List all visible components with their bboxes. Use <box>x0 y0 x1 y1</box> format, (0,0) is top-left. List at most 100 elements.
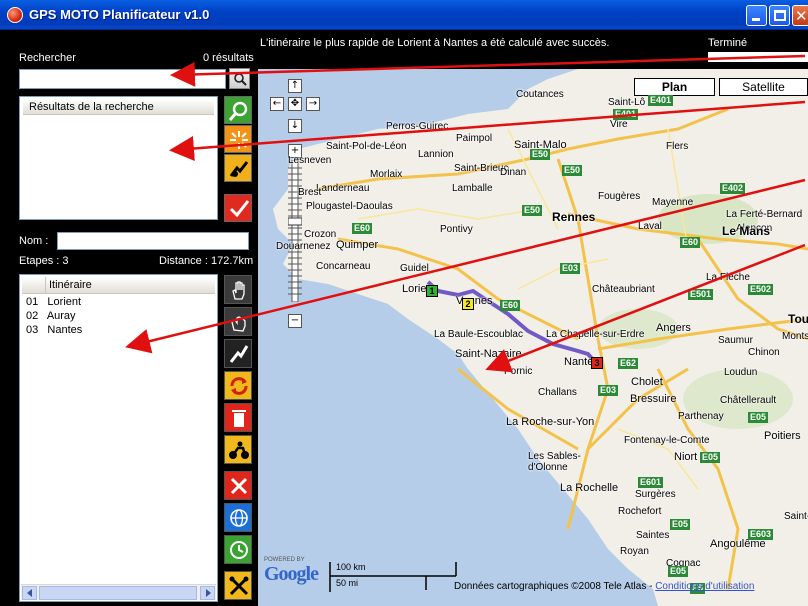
map-label: Paimpol <box>456 133 493 144</box>
zoom-slider[interactable] <box>288 160 302 302</box>
pan-right-button[interactable]: → <box>306 97 320 111</box>
map-label: Saintes <box>636 530 670 541</box>
name-input[interactable] <box>57 232 249 250</box>
search-zoom-button[interactable] <box>224 96 252 124</box>
refresh-icon <box>230 377 248 395</box>
step-number: 03 <box>26 324 39 336</box>
map-label: Bressuire <box>630 393 677 405</box>
road-label: E401 <box>613 109 639 120</box>
map-label: Fontenay-le-Comte <box>624 435 710 446</box>
map-label: Angers <box>656 322 691 334</box>
road-label: E401 <box>648 95 674 106</box>
hand-grab-icon <box>231 316 246 332</box>
scroll-right-button[interactable] <box>200 586 215 600</box>
web-button[interactable] <box>224 503 252 532</box>
map-label: Lannion <box>418 149 454 160</box>
road-label: E402 <box>720 183 746 194</box>
map-view[interactable]: Plan Satellite ↑ ← ✥ → ↓ + − Coutances S… <box>258 69 808 606</box>
results-count: 0 résultats <box>203 52 254 64</box>
route-marker-waypoint[interactable]: 2 <box>462 298 474 310</box>
horizontal-scrollbar[interactable] <box>21 584 216 600</box>
hand-icon <box>232 281 245 300</box>
search-results-list[interactable]: Résultats de la recherche <box>19 96 218 220</box>
close-button[interactable]: ✕ <box>792 5 808 26</box>
steps-count: Etapes : 3 <box>19 255 69 267</box>
grab-tool-button[interactable] <box>224 307 252 336</box>
road-label: E05 <box>668 566 689 577</box>
step-number: 02 <box>26 310 39 322</box>
map-label: Douarnenez <box>276 241 331 252</box>
map-label: Rochefort <box>618 506 662 517</box>
road-label: E601 <box>638 477 664 488</box>
list-item[interactable]: 03 Nantes <box>26 324 82 336</box>
route-marker-start[interactable]: 1 <box>426 285 438 297</box>
map-label: Parthenay <box>678 411 724 422</box>
pan-left-button[interactable]: ← <box>270 97 284 111</box>
map-label: Monts <box>782 331 808 342</box>
status-state: Terminé <box>708 37 748 49</box>
moto-button[interactable] <box>224 435 252 464</box>
map-label: Dinan <box>500 167 527 178</box>
pan-up-button[interactable]: ↑ <box>288 79 302 93</box>
title-bar: GPS MOTO Planificateur v1.0 ✕ <box>0 0 808 30</box>
pan-tool-button[interactable] <box>224 275 252 304</box>
route-marker-end[interactable]: 3 <box>591 357 603 369</box>
scroll-left-button[interactable] <box>22 586 37 600</box>
window-title: GPS MOTO Planificateur v1.0 <box>29 7 210 22</box>
google-wordmark: Google <box>264 563 319 585</box>
list-item[interactable]: 02 Auray <box>26 310 76 322</box>
road-label: E03 <box>598 385 619 396</box>
draw-route-button[interactable] <box>224 339 252 368</box>
scale-km-label: 100 km <box>336 562 366 572</box>
map-label: Les Sables-d'Olonne <box>528 451 581 473</box>
map-label: Châtellerault <box>720 395 777 406</box>
road-label: E603 <box>748 529 774 540</box>
scroll-thumb[interactable] <box>39 586 197 600</box>
name-label: Nom : <box>19 235 49 247</box>
map-label: Laval <box>638 221 662 232</box>
history-button[interactable] <box>224 535 252 564</box>
map-label: Saint-Lô <box>608 97 646 108</box>
app-icon <box>7 7 23 23</box>
map-label: Surgères <box>635 489 676 500</box>
map-label: La Roche-sur-Yon <box>506 416 595 428</box>
sparkle-icon <box>230 131 248 149</box>
delete-cross-icon <box>230 477 248 495</box>
delete-route-button[interactable] <box>224 403 252 432</box>
highlight-button[interactable] <box>224 125 252 153</box>
progress-bar <box>708 52 808 62</box>
list-item[interactable]: 01 Lorient <box>26 296 81 308</box>
maximize-button[interactable] <box>769 5 790 26</box>
map-label: La Ferté-Bernard <box>726 209 803 220</box>
map-label: Saint-Pol-de-Léon <box>326 141 407 152</box>
road-label: E62 <box>618 358 639 369</box>
road-label: E502 <box>748 284 774 295</box>
pan-down-button[interactable]: ↓ <box>288 119 302 133</box>
chevron-right-icon <box>206 589 211 597</box>
map-label: Challans <box>538 387 577 398</box>
map-label: Saint- <box>784 511 808 522</box>
itinerary-list[interactable]: Itinéraire 01 Lorient 02 Auray 03 Nantes <box>19 274 218 602</box>
cancel-button[interactable] <box>224 471 252 500</box>
search-input[interactable] <box>19 69 226 89</box>
arrow-left-icon: ← <box>272 98 282 109</box>
step-name: Auray <box>46 310 76 322</box>
map-label: Quimper <box>336 239 379 251</box>
map-label: Tours <box>788 312 808 326</box>
plan-view-button[interactable]: Plan <box>634 78 715 96</box>
zoom-out-button[interactable]: − <box>288 314 302 328</box>
refresh-button[interactable] <box>224 371 252 400</box>
map-label: Lesneven <box>288 155 332 166</box>
itinerary-header: Itinéraire <box>22 277 215 294</box>
minimize-button[interactable] <box>746 5 767 26</box>
road-label: E03 <box>560 263 581 274</box>
pan-center-button[interactable]: ✥ <box>288 97 302 111</box>
route-tool-button[interactable] <box>224 154 252 182</box>
search-button[interactable] <box>229 68 250 89</box>
status-message: L'itinéraire le plus rapide de Lorient à… <box>260 37 610 49</box>
settings-button[interactable] <box>224 571 252 600</box>
google-logo: POWERED BY Google <box>264 557 319 586</box>
satellite-view-button[interactable]: Satellite <box>719 78 808 96</box>
validate-button[interactable] <box>224 194 252 222</box>
terms-link[interactable]: Conditions d'utilisation <box>655 581 754 592</box>
